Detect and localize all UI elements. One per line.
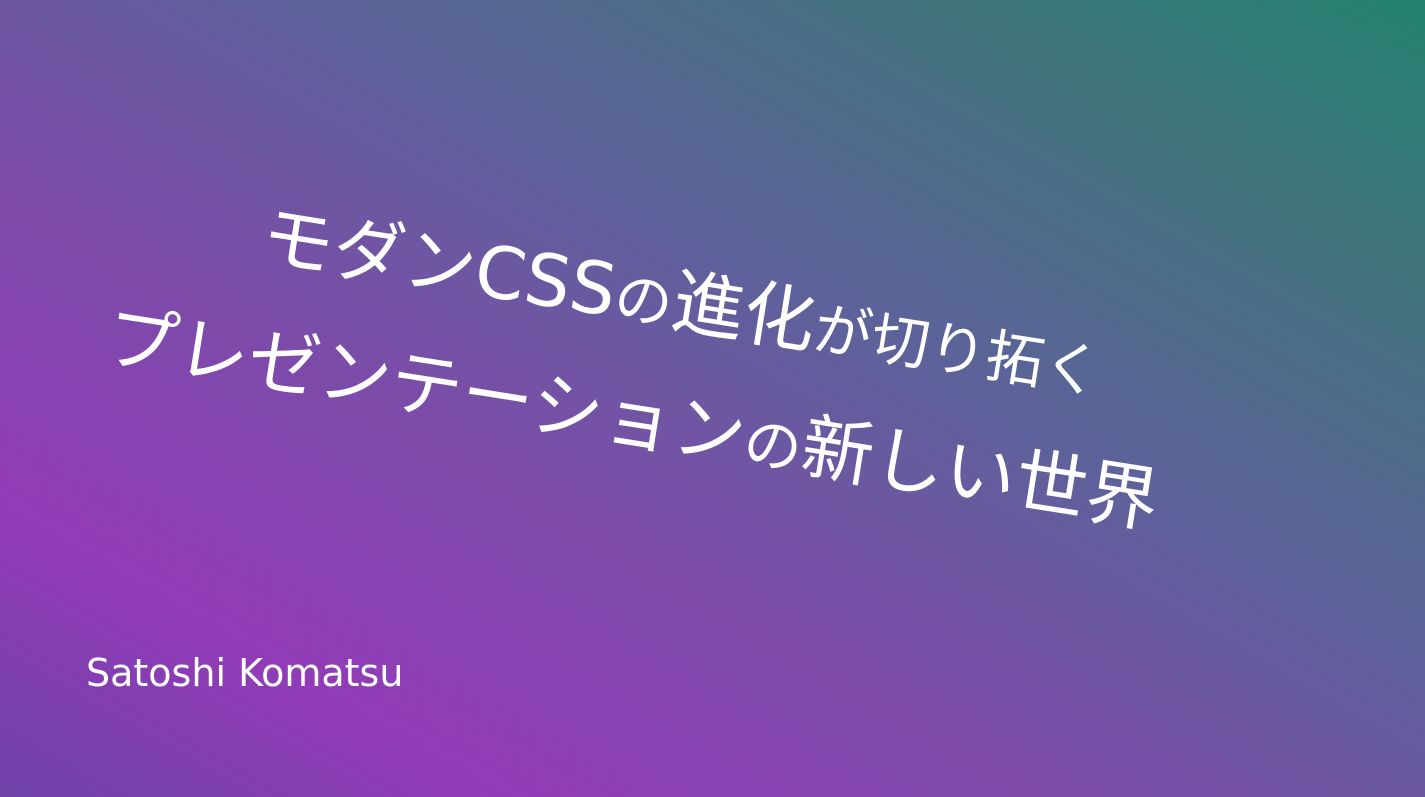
title-line-1-part-4: が切り拓く [809, 294, 1107, 408]
title-line-1-part-2: の [609, 262, 678, 340]
title-line-2-part-3: 新しい世界 [795, 404, 1165, 544]
author-name: Satoshi Komatsu [86, 651, 404, 695]
title-line-1-part-3: 進化 [666, 259, 822, 365]
title-line-2-part-2: の [738, 408, 807, 485]
presentation-slide: モダンCSSの進化が切り拓く プレゼンテーションの新しい世界 Satoshi K… [0, 0, 1425, 797]
title-line-1-part-1: モダンCSS [255, 194, 623, 333]
